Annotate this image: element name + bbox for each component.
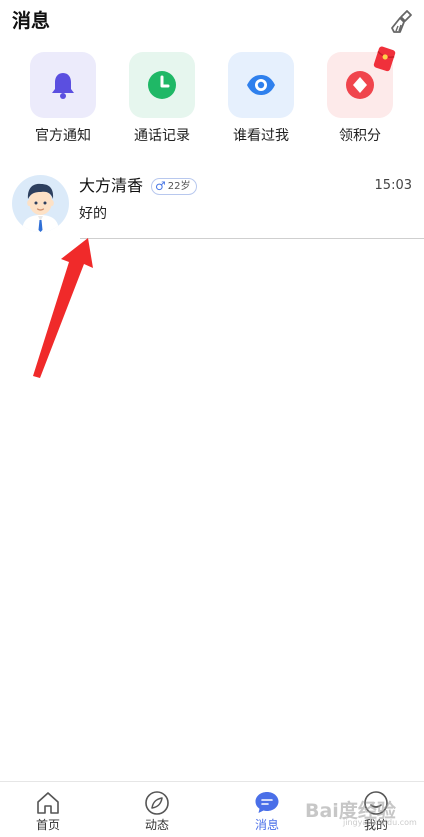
gender-age-badge: ♂ 22岁	[151, 178, 197, 195]
chat-bubble-icon	[255, 792, 279, 813]
age-text: 22岁	[167, 181, 191, 192]
shortcut-label: 领积分	[339, 128, 381, 144]
message-time: 15:03	[374, 178, 412, 193]
clear-messages-button[interactable]	[388, 8, 416, 36]
tab-label: 消息	[254, 818, 279, 832]
tab-label: 动态	[144, 818, 169, 832]
contact-name: 大方清香	[79, 176, 144, 195]
shortcut-official-notice[interactable]: 官方通知	[22, 52, 102, 148]
watermark-url: jingyan.baidu.com	[343, 818, 417, 827]
broom-icon	[391, 10, 412, 33]
shortcut-tile	[30, 52, 96, 118]
divider	[80, 238, 424, 239]
shortcut-tile	[228, 52, 294, 118]
bell-icon	[52, 73, 74, 99]
header: 消息	[0, 0, 424, 44]
shortcut-label: 官方通知	[35, 128, 91, 144]
shortcut-tile	[129, 52, 195, 118]
tab-home[interactable]: 首页	[7, 782, 87, 837]
diamond-coin-icon	[346, 71, 374, 99]
baidu-jingyan-watermark: Bai度经验 jingyan.baidu.com	[305, 780, 420, 830]
tab-label: 首页	[35, 818, 60, 832]
eye-icon	[247, 75, 275, 95]
shortcut-label: 通话记录	[134, 128, 190, 144]
male-gender-icon: ♂	[155, 179, 166, 193]
clock-icon	[148, 71, 176, 99]
compass-icon	[145, 791, 169, 815]
shortcut-who-viewed-me[interactable]: 谁看过我	[220, 52, 300, 148]
shortcut-earn-points[interactable]: 领积分	[319, 46, 399, 148]
messages-page: 消息 官方通知 通话记录 谁看过我 领积分 大方清香 ♂ 22岁 15:03 好…	[0, 0, 424, 837]
tab-messages[interactable]: 消息	[226, 782, 306, 837]
shortcut-label: 谁看过我	[233, 128, 289, 144]
message-preview: 好的	[79, 206, 107, 222]
shortcut-call-log[interactable]: 通话记录	[121, 52, 201, 148]
tab-moments[interactable]: 动态	[116, 782, 196, 837]
male-avatar-illustration	[12, 175, 69, 232]
avatar[interactable]	[12, 175, 69, 232]
page-title: 消息	[12, 10, 51, 32]
home-icon	[37, 792, 59, 814]
red-envelope-icon	[373, 46, 396, 72]
